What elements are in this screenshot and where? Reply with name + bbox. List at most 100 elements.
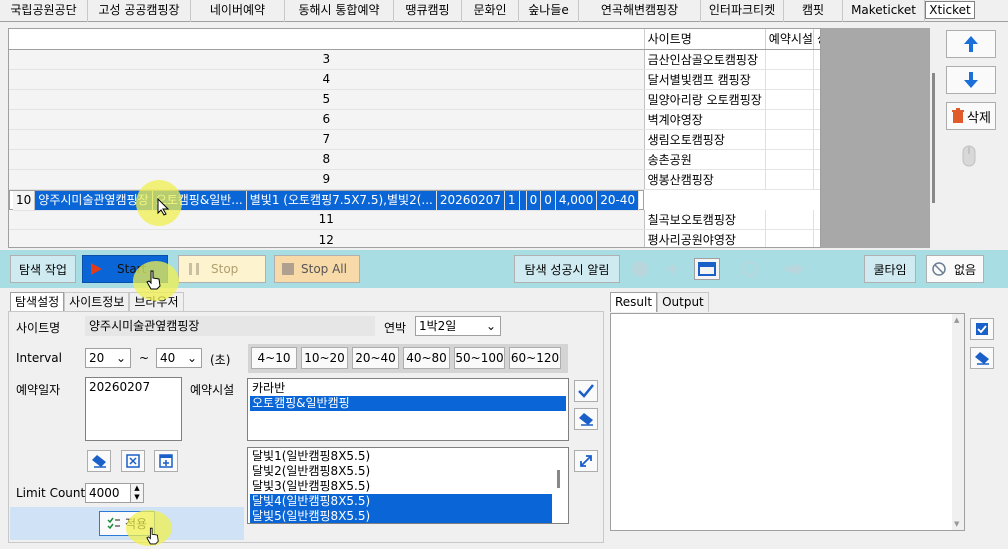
cell-nights[interactable]: 1 xyxy=(504,190,520,211)
top-tab[interactable]: 숲나들e xyxy=(519,0,579,22)
delete-date-button[interactable] xyxy=(121,450,145,472)
detail-item[interactable]: 달빛4(일반캠핑8X5.5) xyxy=(250,494,552,509)
stop-button[interactable]: Stop xyxy=(178,255,266,283)
table-row[interactable]: 8송촌공원1004,00020-40 xyxy=(9,149,820,170)
detail-item[interactable]: 달빛2(일반캠핑8X5.5) xyxy=(250,464,552,479)
result-clear-button[interactable] xyxy=(970,347,994,369)
top-tab[interactable]: 국립공원공단 xyxy=(0,0,88,22)
top-tab[interactable]: 고성 공공캠핑장 xyxy=(88,0,191,22)
top-tab[interactable]: 네이버예약 xyxy=(191,0,285,22)
table-row[interactable]: 3금산인삼골오토캠핑장1004,00020-40 xyxy=(9,49,820,70)
nights-select[interactable]: 1박2일 ⌄ xyxy=(415,316,501,336)
table-row[interactable]: 9앵봉산캠핑장1004,00020-40 xyxy=(9,169,820,190)
table-row[interactable]: 11칠곡보오토캠핑장1004,00020-40 xyxy=(9,209,820,230)
facility-item[interactable]: 카라반 xyxy=(250,381,566,396)
cell-fac[interactable] xyxy=(765,49,814,70)
limit-count-spinner[interactable]: ▲ ▼ xyxy=(130,483,144,503)
stop-all-button[interactable]: Stop All xyxy=(274,255,360,283)
cell-detail[interactable] xyxy=(813,209,820,230)
top-tab[interactable]: 문화인 xyxy=(462,0,519,22)
cell-detail[interactable]: 별빛1 (오토캠핑7.5X7.5),별빛2(... xyxy=(246,190,437,211)
top-tab[interactable]: Maketicket xyxy=(843,0,925,22)
facility-item[interactable]: 오토캠핑&일반캠핑 xyxy=(250,396,566,411)
interval-preset-button[interactable]: 4~10 xyxy=(251,347,297,369)
table-row[interactable]: 5밀양아리랑 오토캠핑장1004,00020-40 xyxy=(9,89,820,110)
reserve-date-item[interactable]: 20260207 xyxy=(89,380,150,394)
cell-fac[interactable] xyxy=(765,229,814,247)
move-icon[interactable] xyxy=(664,261,680,277)
top-tab[interactable]: 캠핏 xyxy=(784,0,843,22)
cell-detail[interactable] xyxy=(813,169,820,190)
block-icon[interactable] xyxy=(742,261,758,277)
cell-site[interactable]: 밀양아리랑 오토캠핑장 xyxy=(644,89,766,110)
table-row[interactable]: 10 양주시미술관옆캠핑장 오토캠핑&일반... 별빛1 (오토캠핑7.5X7.5),… xyxy=(9,189,645,211)
top-tab[interactable]: 땡큐캠핑 xyxy=(394,0,462,22)
cell-site[interactable]: 평사리공원야영장 xyxy=(644,229,766,247)
cell-site[interactable]: 생림오토캠핑장 xyxy=(644,129,766,150)
facility-list[interactable]: 카라반 오토캠핑&일반캠핑 xyxy=(247,378,569,441)
cell-site[interactable]: 달서별빛캠프 캠핑장 xyxy=(644,69,766,90)
interval-preset-button[interactable]: 50~100 xyxy=(454,347,505,369)
table-row[interactable]: 12평사리공원야영장1004,00020-40 xyxy=(9,229,820,247)
result-textbox[interactable] xyxy=(610,313,965,531)
cell-fac[interactable] xyxy=(765,109,814,130)
alert-sound-icon[interactable] xyxy=(632,261,648,277)
cell-site[interactable]: 앵봉산캠핑장 xyxy=(644,169,766,190)
interval-preset-button[interactable]: 60~120 xyxy=(509,347,561,369)
top-tab[interactable]: 동해시 통합예약 xyxy=(285,0,394,22)
cell-detail[interactable] xyxy=(813,69,820,90)
cell-interval[interactable]: 20-40 xyxy=(597,190,640,211)
reserve-date-list[interactable]: 20260207 xyxy=(85,377,182,441)
grid-vertical-scrollbar[interactable] xyxy=(930,28,938,248)
move-down-button[interactable] xyxy=(946,66,996,94)
clear-date-button[interactable] xyxy=(87,450,111,472)
cell-detail[interactable] xyxy=(813,229,820,247)
cell-detail[interactable] xyxy=(813,149,820,170)
delete-row-button[interactable]: 삭제 xyxy=(946,102,996,130)
cell-detail[interactable] xyxy=(813,89,820,110)
cell-site[interactable]: 금산인삼골오토캠핑장 xyxy=(644,49,766,70)
cell-success[interactable]: 0 xyxy=(541,190,556,211)
clear-facility-button[interactable] xyxy=(574,408,598,430)
result-scrollbar[interactable]: ▲ ▼ xyxy=(952,314,964,530)
detail-item[interactable]: 달빛1(일반캠핑8X5.5) xyxy=(250,449,552,464)
cell-site[interactable]: 송촌공원 xyxy=(644,149,766,170)
result-check-button[interactable] xyxy=(970,318,994,340)
result-tab[interactable]: Result xyxy=(610,292,658,312)
top-tab[interactable]: Xticket xyxy=(925,1,975,19)
move-up-button[interactable] xyxy=(946,30,996,58)
detail-item[interactable]: 달빛5(일반캠핑8X5.5) xyxy=(250,509,552,523)
table-row[interactable]: 6벽계야영장1004,00020-40 xyxy=(9,109,820,130)
interval-preset-button[interactable]: 20~40 xyxy=(352,347,399,369)
detail-list-scrollbar[interactable] xyxy=(557,470,560,488)
cell-tries[interactable]: 0 xyxy=(526,190,542,211)
window-alert-button[interactable] xyxy=(694,258,720,280)
cell-fac[interactable] xyxy=(765,209,814,230)
cell-fac[interactable] xyxy=(765,89,814,110)
cell-site[interactable]: 칠곡보오토캠핑장 xyxy=(644,209,766,230)
detail-list[interactable]: 달빛1(일반캠핑8X5.5) 달빛2(일반캠핑8X5.5) 달빛3(일반캠핑8X5.… xyxy=(247,447,569,524)
cell-fac[interactable] xyxy=(765,169,814,190)
detail-item[interactable]: 달빛3(일반캠핑8X5.5) xyxy=(250,479,552,494)
table-row[interactable]: 4달서별빛캠프 캠핑장1004,00020-40 xyxy=(9,69,820,90)
top-tab[interactable]: 인터파크티켓 xyxy=(701,0,784,22)
grid-column-header[interactable]: 사이트명 xyxy=(644,29,766,50)
cell-limit[interactable]: 4,000 xyxy=(555,190,598,211)
share-icon[interactable] xyxy=(786,262,804,276)
interval-to-select[interactable]: 40 ⌄ xyxy=(156,348,202,368)
interval-preset-button[interactable]: 40~80 xyxy=(403,347,450,369)
top-tab[interactable]: 연곡해변캠핑장 xyxy=(579,0,701,22)
expand-detail-button[interactable] xyxy=(574,450,598,472)
settings-tab[interactable]: 사이트정보 xyxy=(64,292,130,312)
table-row[interactable]: 7생림오토캠핑장1004,00020-40 xyxy=(9,129,820,150)
grid-column-header[interactable]: 예약시설 xyxy=(765,29,814,50)
cell-fac[interactable] xyxy=(765,149,814,170)
cell-detail[interactable] xyxy=(813,129,820,150)
cell-fac[interactable] xyxy=(765,69,814,90)
cell-detail[interactable] xyxy=(813,109,820,130)
cell-date[interactable]: 20260207 xyxy=(436,190,505,211)
cell-detail[interactable] xyxy=(813,49,820,70)
settings-tab[interactable]: 탐색설정 xyxy=(10,292,65,312)
cell-site[interactable]: 벽계야영장 xyxy=(644,109,766,130)
limit-count-field[interactable]: 4000 xyxy=(85,483,131,503)
